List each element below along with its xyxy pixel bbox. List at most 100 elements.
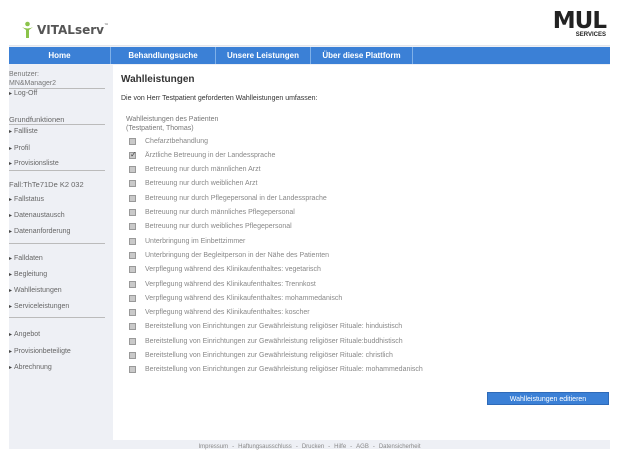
sidebar-item-falldaten[interactable]: Falldaten — [9, 255, 43, 262]
wahlleistung-label: Verpflegung während des Klinikaufenthalt… — [145, 266, 321, 274]
wahlleistung-label: Betreuung nur durch weibliches Pflegeper… — [145, 223, 292, 231]
wahlleistung-label: Betreuung nur durch männliches Pflegeper… — [145, 209, 295, 216]
footer: Impressum - Haftungsausschluss - Drucken - Hil… — [9, 444, 610, 455]
vitalserv-logo-text: VITALserv™ — [37, 23, 109, 37]
wahlleistung-checkbox[interactable] — [129, 294, 136, 302]
footer-separator: - — [328, 444, 331, 450]
divider — [9, 170, 105, 171]
nav-unsere-leistungen[interactable]: Unsere Leistungen — [216, 47, 311, 64]
nav-home[interactable]: Home — [9, 47, 111, 64]
footer-link[interactable]: Datensicherheit — [379, 444, 421, 450]
sidebar: Benutzer: MN&Manager2 Log-Off Grundfunkt… — [9, 65, 111, 420]
wahlleistung-item: Verpflegung während des Klinikaufenthalt… — [129, 308, 310, 318]
sidebar-item-fallliste[interactable]: Fallliste — [9, 128, 38, 135]
wahlleistung-item: Bereitstellung von Einrichtungen zur Gew… — [129, 322, 402, 332]
page: VITALserv™ MUL SERVICES Home Behandlungs… — [0, 0, 619, 455]
wahlleistung-label: Verpflegung während des Klinikaufenthalt… — [145, 294, 343, 302]
wahlleistung-item: Verpflegung während des Klinikaufenthalt… — [129, 279, 316, 289]
sidebar-item-profil[interactable]: Profil — [9, 145, 30, 152]
wahlleistung-checkbox[interactable] — [129, 309, 136, 317]
sidebar-item-datenaustausch[interactable]: Datenaustausch — [9, 212, 65, 219]
footer-link[interactable]: Haftungsausschluss — [238, 444, 292, 450]
wahlleistung-checkbox[interactable] — [129, 323, 136, 331]
mul-logo-text: MUL — [552, 8, 607, 34]
user-label: Benutzer: — [9, 71, 39, 78]
logoff-link[interactable]: Log-Off — [9, 90, 37, 97]
footer-link[interactable]: Impressum — [198, 444, 228, 450]
wahlleistung-checkbox[interactable] — [129, 266, 136, 274]
wahlleistung-item: Verpflegung während des Klinikaufenthalt… — [129, 293, 342, 303]
wahlleistung-item: Chefarztbehandlung — [129, 136, 208, 146]
divider — [9, 243, 105, 244]
wahlleistung-label: Bereitstellung von Einrichtungen zur Gew… — [145, 352, 393, 359]
wahlleistung-item: Bereitstellung von Einrichtungen zur Gew… — [129, 365, 423, 375]
sidebar-item-provisionbeteiligte[interactable]: Provisionbeteiligte — [9, 348, 71, 355]
wahlleistung-checkbox[interactable] — [129, 150, 137, 159]
wahlleistung-checkbox[interactable] — [129, 209, 136, 216]
sidebar-item-serviceleistungen[interactable]: Serviceleistungen — [9, 303, 69, 310]
wahlleistung-label: Verpflegung während des Klinikaufenthalt… — [145, 280, 316, 288]
footer-separator: - — [372, 444, 375, 450]
wahlleistung-checkbox[interactable] — [129, 223, 136, 231]
user-name: MN&Manager2 — [9, 79, 105, 89]
wahlleistung-item: Betreuung nur durch männlichen Arzt — [129, 165, 261, 175]
divider — [9, 317, 105, 318]
section-patient: (Testpatient, Thomas) — [126, 125, 194, 132]
sidebar-item-fallstatus[interactable]: Fallstatus — [9, 196, 44, 203]
wahlleistung-label: Bereitstellung von Einrichtungen zur Gew… — [145, 337, 403, 345]
section-title: Wahlleistungen des Patienten (Testpatien… — [126, 115, 218, 133]
main-navigation: Home Behandlungsuche Unsere Leistungen Ü… — [9, 47, 610, 64]
wahlleistung-label: Verpflegung während des Klinikaufenthalt… — [145, 309, 310, 317]
wahlleistung-item: Betreuung nur durch Pflegepersonal in de… — [129, 193, 327, 203]
sidebar-item-provisionsliste[interactable]: Provisionsliste — [9, 160, 59, 167]
sidebar-item-angebot[interactable]: Angebot — [9, 331, 40, 338]
wahlleistung-item: Verpflegung während des Klinikaufenthalt… — [129, 265, 321, 275]
sidebar-item-begleitung[interactable]: Begleitung — [9, 271, 47, 278]
header: VITALserv™ MUL SERVICES — [9, 6, 610, 46]
sidebar-item-abrechnung[interactable]: Abrechnung — [9, 364, 52, 371]
wahlleistung-checkbox[interactable] — [129, 352, 136, 359]
wahlleistung-label: Betreuung nur durch Pflegepersonal in de… — [145, 194, 327, 202]
wahlleistung-checkbox[interactable] — [129, 194, 136, 202]
wahlleistung-label: Betreuung nur durch männlichen Arzt — [145, 166, 261, 174]
wahlleistung-label: Unterbringung im Einbettzimmer — [145, 237, 246, 245]
divider — [9, 124, 105, 125]
footer-link[interactable]: Drucken — [302, 444, 324, 450]
sidebar-item-datenanforderung[interactable]: Datenanforderung — [9, 228, 70, 235]
footer-separator: - — [232, 444, 235, 450]
fall-title: Fall:ThTe71De K2 032 — [9, 180, 84, 189]
wahlleistung-checkbox[interactable] — [129, 137, 136, 145]
nav-ueber-plattform[interactable]: Über diese Plattform — [311, 47, 413, 64]
wahlleistung-checkbox[interactable] — [129, 180, 136, 188]
edit-wahlleistungen-button[interactable]: Wahlleistungen editieren — [487, 392, 609, 405]
wahlleistung-item: Betreuung nur durch weibliches Pflegeper… — [129, 222, 292, 232]
wahlleistung-item: Betreuung nur durch weiblichen Arzt — [129, 179, 257, 189]
wahlleistung-checkbox[interactable] — [129, 366, 136, 374]
wahlleistung-checkbox[interactable] — [129, 251, 136, 259]
wahlleistung-checkbox[interactable] — [129, 166, 136, 174]
footer-link[interactable]: Hilfe — [334, 444, 346, 450]
nav-behandlungsuche[interactable]: Behandlungsuche — [111, 47, 216, 64]
footer-separator: - — [350, 444, 353, 450]
main-content: Wahlleistungen Die von Herr Testpatient … — [113, 65, 610, 440]
footer-separator: - — [295, 444, 298, 450]
wahlleistung-checkbox[interactable] — [129, 280, 136, 288]
wahlleistung-item: Bereitstellung von Einrichtungen zur Gew… — [129, 351, 393, 361]
wahlleistung-checkbox[interactable] — [129, 337, 136, 345]
wahlleistung-label: Betreuung nur durch weiblichen Arzt — [145, 180, 258, 188]
wahlleistung-label: Unterbringung der Begleitperson in der N… — [145, 251, 330, 259]
mul-services-logo[interactable]: MUL SERVICES — [550, 8, 607, 42]
wahlleistung-checkbox[interactable] — [129, 237, 136, 245]
vitalserv-logo[interactable]: VITALserv™ — [21, 19, 111, 41]
wahlleistung-item: Unterbringung der Begleitperson in der N… — [129, 250, 329, 260]
wahlleistung-item: Unterbringung im Einbettzimmer — [129, 236, 245, 246]
grundfunktionen-title: Grundfunktionen — [9, 115, 65, 124]
wahlleistung-label: Bereitstellung von Einrichtungen zur Gew… — [145, 366, 423, 374]
sidebar-item-wahlleistungen[interactable]: Wahlleistungen — [9, 287, 62, 294]
footer-link[interactable]: AGB — [356, 444, 369, 450]
wahlleistung-item: Betreuung nur durch männliches Pflegeper… — [129, 208, 295, 218]
section-heading: Wahlleistungen des Patienten — [126, 116, 219, 123]
wahlleistung-item: Ärztliche Betreuung in der Landessprache — [129, 150, 275, 160]
page-title: Wahlleistungen — [121, 74, 195, 85]
